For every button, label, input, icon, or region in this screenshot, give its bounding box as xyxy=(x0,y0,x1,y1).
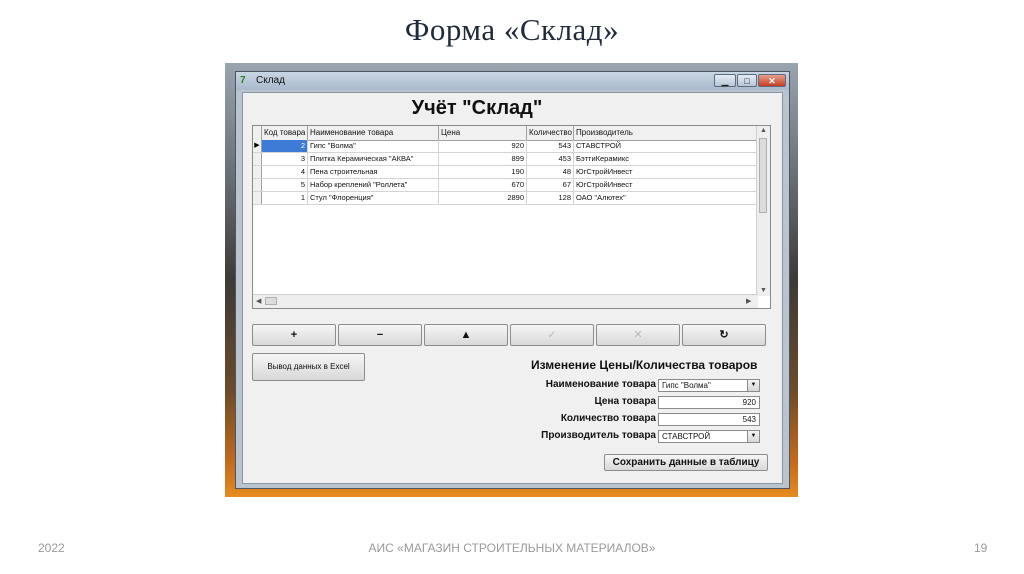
grid-indicator-header xyxy=(253,126,262,140)
cell-name[interactable]: Гипс "Волма" xyxy=(308,140,439,152)
cell-price[interactable]: 190 xyxy=(439,166,527,178)
scroll-down-icon[interactable]: ▼ xyxy=(760,284,767,297)
cell-price[interactable]: 2890 xyxy=(439,192,527,204)
cell-code[interactable]: 1 xyxy=(262,192,308,204)
scroll-right-icon[interactable]: ▶ xyxy=(746,295,751,308)
cell-qty[interactable]: 48 xyxy=(527,166,574,178)
grid-vertical-scrollbar[interactable]: ▲ ▼ xyxy=(756,126,770,296)
cell-maker[interactable]: СТАВСТРОЙ xyxy=(574,140,758,152)
row-indicator xyxy=(253,153,262,165)
cell-price[interactable]: 899 xyxy=(439,153,527,165)
row-indicator xyxy=(253,166,262,178)
cell-qty[interactable]: 453 xyxy=(527,153,574,165)
product-name-label: Наименование товара xyxy=(545,379,656,390)
insert-record-button[interactable]: + xyxy=(252,324,336,346)
grid-horizontal-scrollbar[interactable]: ◀ ▶ xyxy=(253,294,758,308)
cancel-edit-button[interactable]: ✕ xyxy=(596,324,680,346)
row-indicator xyxy=(253,192,262,204)
quantity-input[interactable]: 543 xyxy=(658,413,760,426)
delphi-app-icon: 7 xyxy=(240,75,246,86)
cell-name[interactable]: Набор креплений "Роллета" xyxy=(308,179,439,191)
scroll-up-icon[interactable]: ▲ xyxy=(760,126,767,137)
product-name-value: Гипс "Волма" xyxy=(662,381,711,390)
slide-number: 19 xyxy=(974,541,988,555)
column-header-maker[interactable]: Производитель xyxy=(574,126,758,140)
cell-code[interactable]: 3 xyxy=(262,153,308,165)
cell-maker[interactable]: ЮгСтройИнвест xyxy=(574,166,758,178)
cell-maker[interactable]: ЮгСтройИнвест xyxy=(574,179,758,191)
table-row[interactable]: 4 Пена строительная 190 48 ЮгСтройИнвест xyxy=(253,166,758,179)
cell-qty[interactable]: 543 xyxy=(527,140,574,152)
column-header-price[interactable]: Цена xyxy=(439,126,527,140)
window-title: Склад xyxy=(256,75,285,86)
cell-maker[interactable]: ОАО "Алютех" xyxy=(574,192,758,204)
window-titlebar[interactable]: 7 Склад ▁ □ ✕ xyxy=(236,72,789,90)
row-indicator xyxy=(253,179,262,191)
quantity-label: Количество товара xyxy=(560,413,656,424)
horizontal-scroll-thumb[interactable] xyxy=(265,297,277,305)
footer-caption: АИС «МАГАЗИН СТРОИТЕЛЬНЫХ МАТЕРИАЛОВ» xyxy=(368,541,656,555)
manufacturer-label: Производитель товара xyxy=(541,430,656,441)
refresh-button[interactable]: ↻ xyxy=(682,324,766,346)
edit-record-button[interactable]: ▲ xyxy=(424,324,508,346)
column-header-code[interactable]: Код товара xyxy=(262,126,308,140)
close-button[interactable]: ✕ xyxy=(758,74,786,87)
form-title: Учёт "Склад" xyxy=(411,97,543,119)
column-header-qty[interactable]: Количество xyxy=(527,126,574,140)
price-label: Цена товара xyxy=(594,396,657,407)
chevron-down-icon[interactable]: ▼ xyxy=(747,431,759,442)
cell-code[interactable]: 4 xyxy=(262,166,308,178)
post-record-button[interactable]: ✓ xyxy=(510,324,594,346)
product-name-select[interactable]: Гипс "Волма" ▼ xyxy=(658,379,760,392)
scroll-left-icon[interactable]: ◀ xyxy=(256,295,261,308)
table-row[interactable]: 3 Плитка Керамическая "АКВА" 899 453 Бэт… xyxy=(253,153,758,166)
cell-name[interactable]: Стул "Флоренция" xyxy=(308,192,439,204)
cell-qty[interactable]: 67 xyxy=(527,179,574,191)
table-row[interactable]: ▶ 2 Гипс "Волма" 920 543 СТАВСТРОЙ xyxy=(253,140,758,153)
cell-price[interactable]: 920 xyxy=(439,140,527,152)
maximize-button[interactable]: □ xyxy=(737,74,757,87)
column-header-name[interactable]: Наименование товара xyxy=(308,126,439,140)
cell-code[interactable]: 5 xyxy=(262,179,308,191)
app-window: 7 Склад ▁ □ ✕ Учёт "Склад" Код товара На… xyxy=(235,71,790,489)
cell-maker[interactable]: БэттиКерамикс xyxy=(574,153,758,165)
chevron-down-icon[interactable]: ▼ xyxy=(747,380,759,391)
current-row-indicator: ▶ xyxy=(253,140,262,152)
screenshot-frame: 7 Склад ▁ □ ✕ Учёт "Склад" Код товара На… xyxy=(225,63,798,497)
cell-price[interactable]: 670 xyxy=(439,179,527,191)
table-row[interactable]: 1 Стул "Флоренция" 2890 128 ОАО "Алютех" xyxy=(253,192,758,205)
cell-name[interactable]: Плитка Керамическая "АКВА" xyxy=(308,153,439,165)
manufacturer-select[interactable]: СТАВСТРОЙ ▼ xyxy=(658,430,760,443)
cell-qty[interactable]: 128 xyxy=(527,192,574,204)
edit-panel-title: Изменение Цены/Количества товаров xyxy=(531,358,758,372)
cell-code[interactable]: 2 xyxy=(262,140,308,152)
cell-name[interactable]: Пена строительная xyxy=(308,166,439,178)
form-client-area: Учёт "Склад" Код товара Наименование тов… xyxy=(242,92,783,484)
price-input[interactable]: 920 xyxy=(658,396,760,409)
slide-title: Форма «Склад» xyxy=(404,12,620,47)
delete-record-button[interactable]: − xyxy=(338,324,422,346)
grid-header: Код товара Наименование товара Цена Коли… xyxy=(253,126,758,141)
db-navigator: + − ▲ ✓ ✕ ↻ xyxy=(252,324,766,346)
vertical-scroll-thumb[interactable] xyxy=(759,138,767,213)
table-row[interactable]: 5 Набор креплений "Роллета" 670 67 ЮгСтр… xyxy=(253,179,758,192)
minimize-button[interactable]: ▁ xyxy=(714,74,736,87)
manufacturer-value: СТАВСТРОЙ xyxy=(662,432,711,441)
warehouse-grid[interactable]: Код товара Наименование товара Цена Коли… xyxy=(252,125,771,309)
save-to-table-button[interactable]: Сохранить данные в таблицу xyxy=(604,454,768,471)
export-excel-button[interactable]: Вывод данных в Excel xyxy=(252,353,365,381)
